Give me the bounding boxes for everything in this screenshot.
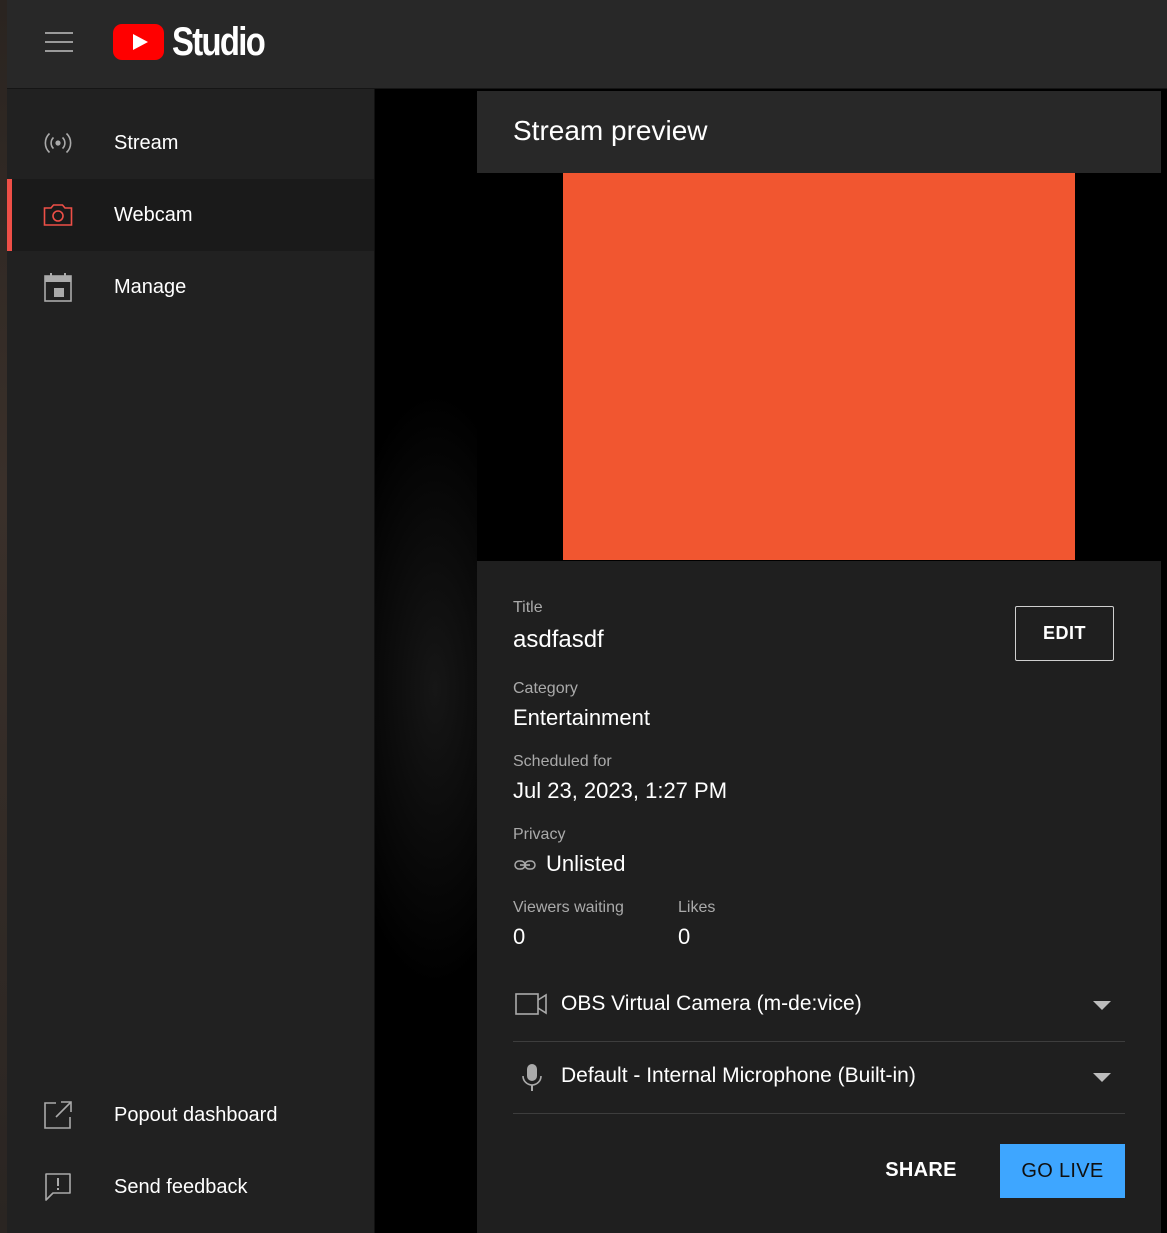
sidebar-item-stream[interactable]: Stream xyxy=(7,107,374,179)
sidebar-item-label: Send feedback xyxy=(114,1175,248,1198)
logo-text: Studio xyxy=(172,19,266,64)
viewers-waiting-value: 0 xyxy=(513,924,526,949)
category-label: Category xyxy=(513,680,578,697)
sidebar-item-webcam[interactable]: Webcam xyxy=(7,179,374,251)
go-live-button[interactable]: GO LIVE xyxy=(1000,1144,1125,1198)
video-camera-icon xyxy=(515,993,547,1015)
card-title: Stream preview xyxy=(513,115,708,146)
window-edge xyxy=(0,0,7,1233)
chevron-down-icon xyxy=(1093,1001,1111,1010)
camera-icon xyxy=(43,204,73,226)
sidebar-item-manage[interactable]: Manage xyxy=(7,251,374,323)
likes-label: Likes xyxy=(678,899,716,916)
likes-value: 0 xyxy=(678,924,691,949)
youtube-play-icon xyxy=(113,24,164,60)
scheduled-label: Scheduled for xyxy=(513,753,612,770)
microphone-select[interactable]: Default - Internal Microphone (Built-in) xyxy=(513,1041,1125,1114)
privacy-value: Unlisted xyxy=(546,851,626,876)
studio-logo[interactable]: Studio xyxy=(113,18,284,66)
share-button[interactable]: SHARE xyxy=(873,1143,969,1197)
menu-button[interactable] xyxy=(37,22,83,62)
video-preview xyxy=(477,173,1161,561)
chevron-down-icon xyxy=(1093,1073,1111,1082)
viewers-waiting-label: Viewers waiting xyxy=(513,899,624,916)
edit-button[interactable]: EDIT xyxy=(1015,606,1114,661)
stream-preview-card: Stream preview Title asdfasdf EDIT Categ… xyxy=(477,91,1161,1233)
title-label: Title xyxy=(513,599,543,616)
sidebar: Stream Webcam Manage Popout dashboard Se… xyxy=(7,89,375,1233)
sidebar-item-popout-dashboard[interactable]: Popout dashboard xyxy=(7,1079,374,1151)
hamburger-icon xyxy=(45,32,73,52)
sidebar-item-send-feedback[interactable]: Send feedback xyxy=(7,1151,374,1223)
link-icon xyxy=(514,860,536,870)
microphone-icon xyxy=(522,1064,542,1091)
top-bar: Studio xyxy=(7,0,1167,89)
open-external-icon xyxy=(44,1101,72,1129)
calendar-icon xyxy=(44,273,72,302)
category-value: Entertainment xyxy=(513,705,650,730)
camera-select-value: OBS Virtual Camera (m-de:vice) xyxy=(561,992,862,1015)
card-header: Stream preview xyxy=(477,91,1161,173)
privacy-label: Privacy xyxy=(513,826,566,843)
camera-select[interactable]: OBS Virtual Camera (m-de:vice) xyxy=(513,969,1125,1042)
sidebar-item-label: Popout dashboard xyxy=(114,1103,278,1126)
webcam-video-frame xyxy=(563,173,1075,560)
scheduled-value: Jul 23, 2023, 1:27 PM xyxy=(513,778,728,803)
sidebar-item-label: Webcam xyxy=(114,203,193,226)
feedback-icon xyxy=(45,1173,71,1201)
title-value: asdfasdf xyxy=(513,626,604,653)
sidebar-item-label: Stream xyxy=(114,131,179,154)
sidebar-item-label: Manage xyxy=(114,275,187,298)
broadcast-icon xyxy=(44,132,72,154)
microphone-select-value: Default - Internal Microphone (Built-in) xyxy=(561,1064,916,1087)
